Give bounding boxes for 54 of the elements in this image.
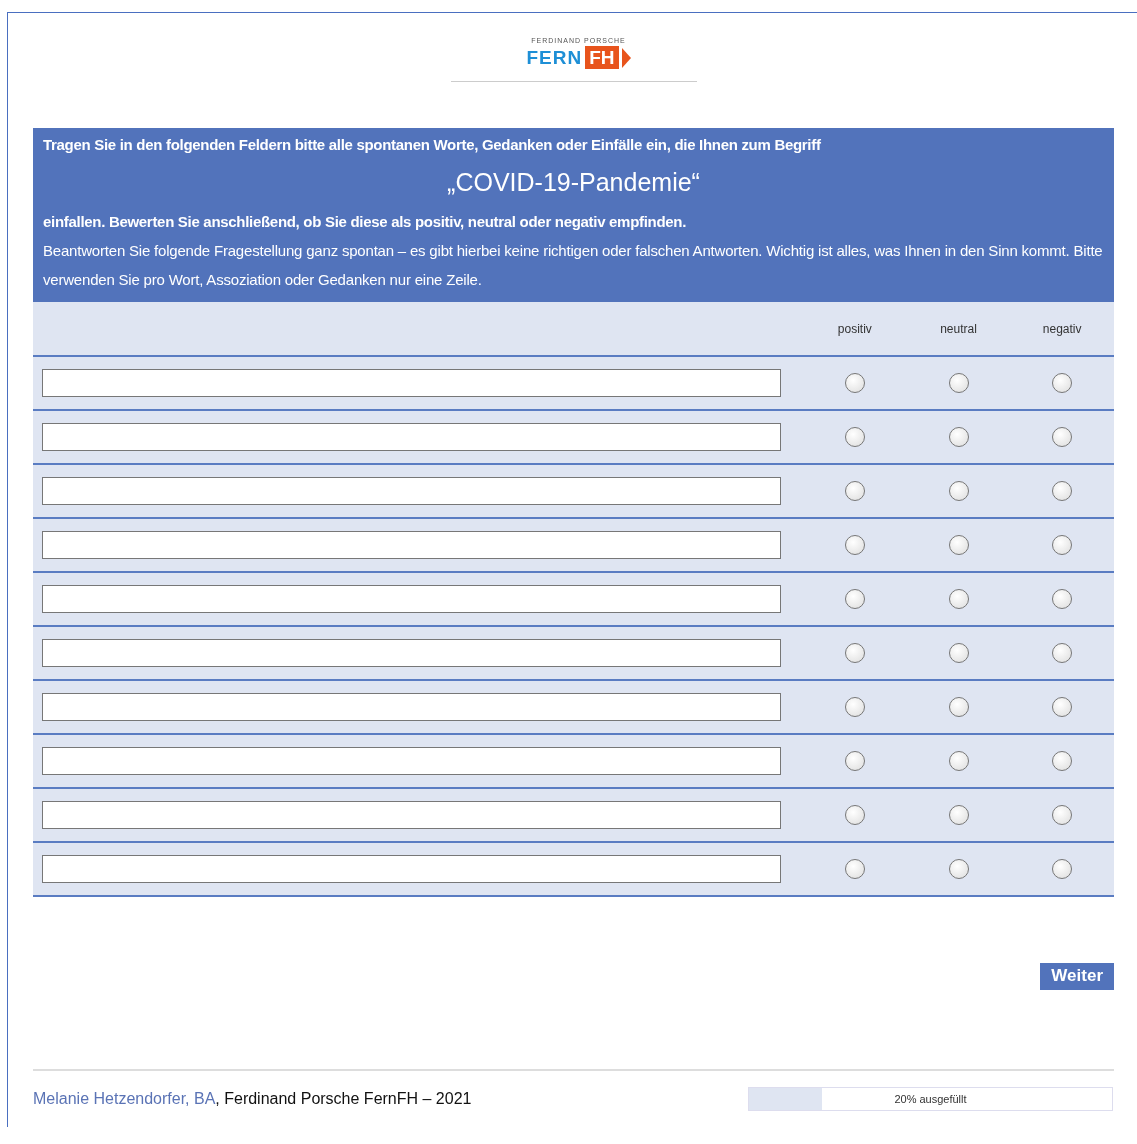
radio-button[interactable] bbox=[1052, 859, 1073, 879]
radio-button[interactable] bbox=[948, 373, 969, 393]
radio-button[interactable] bbox=[948, 535, 969, 555]
radio-button[interactable] bbox=[1052, 535, 1073, 555]
radio-button[interactable] bbox=[1052, 427, 1073, 447]
progress-label: 20% ausgefüllt bbox=[893, 1092, 968, 1107]
logo-badge: FH bbox=[585, 46, 619, 69]
radio-button[interactable] bbox=[948, 427, 969, 447]
radio-button[interactable] bbox=[948, 751, 969, 771]
answer-field[interactable] bbox=[42, 747, 781, 775]
answer-field[interactable] bbox=[42, 855, 781, 883]
instruction-text: Tragen Sie in den folgenden Feldern bitte alle spontanen Worte, Gedanken oder Einfälle ein, die Ihnen zum Begriff bbox=[43, 135, 822, 155]
radio-button[interactable] bbox=[1052, 697, 1073, 717]
radio-button[interactable] bbox=[948, 859, 969, 879]
column-header: neutral bbox=[939, 321, 978, 336]
answer-field[interactable] bbox=[42, 477, 781, 505]
column-header: positiv bbox=[836, 321, 873, 336]
author-link[interactable]: Melanie Hetzendorfer, BA bbox=[33, 1090, 216, 1107]
radio-button[interactable] bbox=[948, 481, 969, 501]
answer-field[interactable] bbox=[42, 531, 781, 559]
credit-text: , Ferdinand Porsche FernFH – 2021 bbox=[215, 1090, 472, 1107]
note-text: Beantworten Sie folgende Fragestellung ganz spontan – es gibt hierbei keine richtigen oder falschen Antworten. Wichtig ist alles, was Ihnen in den Sinn kommt. Bitte verwenden Sie pro Wort, Assoziation oder Gedanken nur eine Zeile. bbox=[43, 241, 1104, 290]
answer-field[interactable] bbox=[42, 693, 781, 721]
answer-field[interactable] bbox=[42, 423, 781, 451]
logo-wordmark: FERN bbox=[526, 46, 583, 69]
radio-button[interactable] bbox=[948, 643, 969, 663]
answer-field[interactable] bbox=[42, 369, 781, 397]
radio-button[interactable] bbox=[1052, 751, 1073, 771]
radio-button[interactable] bbox=[844, 643, 865, 663]
radio-button[interactable] bbox=[844, 751, 865, 771]
answer-field[interactable] bbox=[42, 585, 781, 613]
instruction-text: einfallen. Bewerten Sie anschließend, ob Sie diese als positiv, neutral oder negativ empfinden. bbox=[43, 212, 688, 232]
term-heading: „COVID-19-Pandemie“ bbox=[446, 167, 701, 198]
radio-button[interactable] bbox=[1052, 481, 1073, 501]
radio-button[interactable] bbox=[844, 535, 865, 555]
radio-button[interactable] bbox=[1052, 805, 1073, 825]
answer-field[interactable] bbox=[42, 801, 781, 829]
triangle-icon bbox=[621, 47, 631, 68]
radio-button[interactable] bbox=[844, 805, 865, 825]
radio-button[interactable] bbox=[844, 859, 865, 879]
column-header: negativ bbox=[1041, 321, 1083, 336]
radio-button[interactable] bbox=[844, 373, 865, 393]
answer-field[interactable] bbox=[42, 639, 781, 667]
radio-button[interactable] bbox=[844, 481, 865, 501]
radio-button[interactable] bbox=[948, 697, 969, 717]
radio-button[interactable] bbox=[844, 427, 865, 447]
radio-button[interactable] bbox=[948, 805, 969, 825]
next-button[interactable]: Weiter bbox=[1040, 963, 1114, 990]
radio-button[interactable] bbox=[844, 697, 865, 717]
radio-button[interactable] bbox=[1052, 643, 1073, 663]
radio-button[interactable] bbox=[1052, 589, 1073, 609]
radio-button[interactable] bbox=[1052, 373, 1073, 393]
radio-button[interactable] bbox=[948, 589, 969, 609]
radio-button[interactable] bbox=[844, 589, 865, 609]
